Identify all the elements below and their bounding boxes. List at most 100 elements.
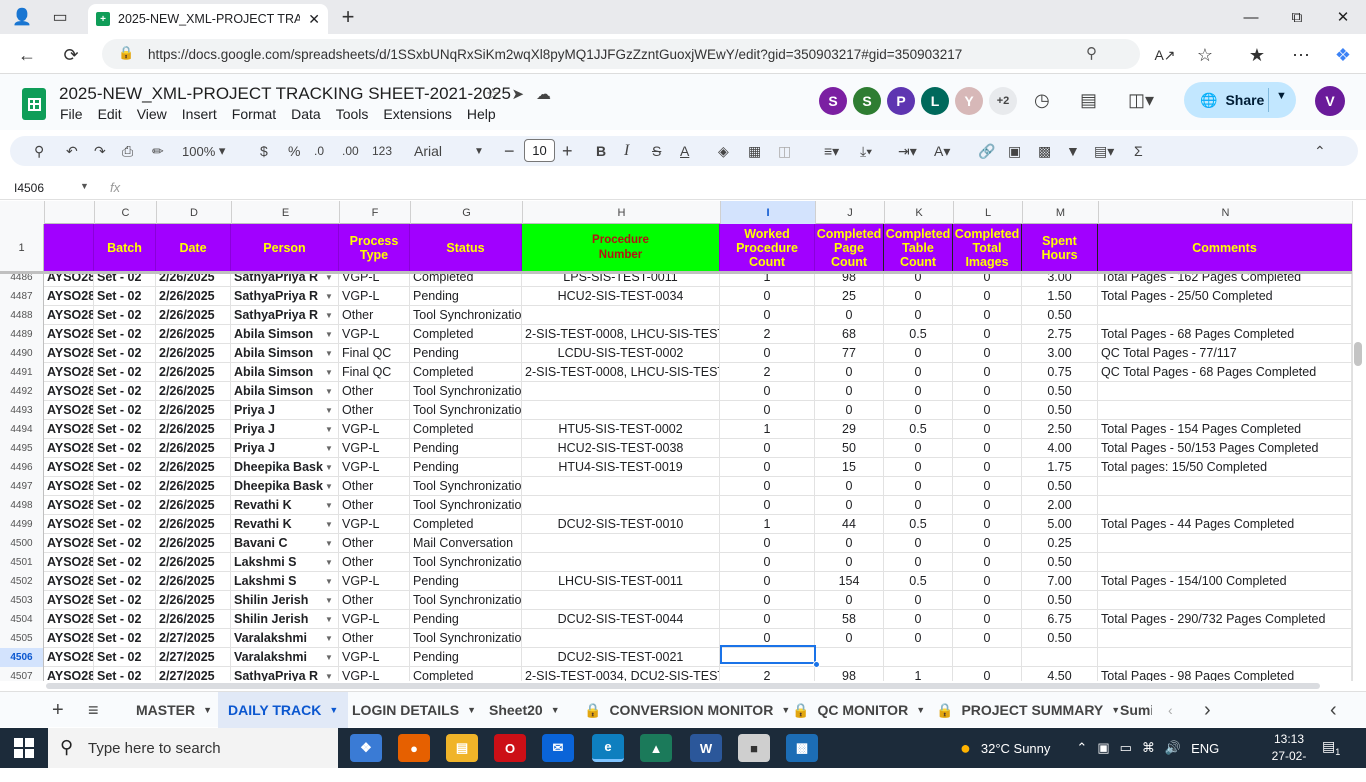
row-number[interactable]: 4500 [0, 534, 44, 553]
close-tab-icon[interactable]: ✕ [308, 11, 320, 28]
table-count-cell[interactable]: 0 [884, 629, 953, 648]
status-cell[interactable]: Tool Synchronization [410, 496, 522, 515]
procedure-number-cell[interactable]: DCU2-SIS-TEST-0044 [522, 610, 720, 629]
row-number[interactable]: 4487 [0, 287, 44, 306]
notification-icon[interactable]: ▤1 [1322, 738, 1340, 757]
procedure-number-cell[interactable] [522, 401, 720, 420]
images-cell[interactable]: 0 [953, 439, 1022, 458]
images-cell[interactable]: 0 [953, 420, 1022, 439]
worked-count-cell[interactable]: 0 [720, 496, 815, 515]
comments-cell[interactable]: Total Pages - 98 Pages Completed [1098, 667, 1352, 682]
procedure-number-cell[interactable]: 2-SIS-TEST-0008, LHCU-SIS-TEST- [522, 325, 720, 344]
clock[interactable]: 13:13 27-02-2025 [1264, 731, 1314, 782]
person-cell[interactable]: Shilin Jerish [231, 610, 339, 629]
person-cell[interactable]: Varalakshmi [231, 629, 339, 648]
move-icon[interactable]: ➤ [511, 85, 524, 103]
scroll-tabs-left-icon[interactable]: ‹ [1168, 692, 1173, 728]
column-header[interactable]: H [522, 201, 720, 224]
procedure-number-cell[interactable] [522, 496, 720, 515]
close-window-icon[interactable]: ✕ [1328, 5, 1358, 29]
table-count-cell[interactable]: 0 [884, 306, 953, 325]
procedure-number-cell[interactable] [522, 591, 720, 610]
sheet-tab[interactable]: 🔒 PROJECT SUMMARY ▼ [936, 692, 1120, 728]
batch-code-cell[interactable]: AYSO287 [44, 591, 94, 610]
procedure-number-cell[interactable]: LPS-SIS-TEST-0011 [522, 274, 720, 287]
menu-extensions[interactable]: Extensions [383, 106, 460, 122]
insert-comment-icon[interactable]: ▣ [1008, 142, 1021, 160]
page-count-cell[interactable]: 25 [815, 287, 884, 306]
images-cell[interactable]: 0 [953, 572, 1022, 591]
status-cell[interactable]: Tool Synchronization [410, 553, 522, 572]
favorite-star-icon[interactable]: ☆ [1192, 42, 1218, 68]
chevron-down-icon[interactable]: ▼ [203, 705, 212, 715]
hours-cell[interactable]: 0.50 [1022, 306, 1098, 325]
column-header[interactable]: C [94, 201, 156, 224]
batch-code-cell[interactable]: AYSO287 [44, 420, 94, 439]
person-cell[interactable]: Abila Simson [231, 344, 339, 363]
batch-cell[interactable]: Set - 02 [94, 553, 156, 572]
status-cell[interactable]: Completed [410, 363, 522, 382]
date-cell[interactable]: 2/26/2025 [156, 439, 231, 458]
batch-cell[interactable]: Set - 02 [94, 496, 156, 515]
page-count-cell[interactable]: 98 [815, 274, 884, 287]
date-cell[interactable]: 2/26/2025 [156, 344, 231, 363]
user-avatar[interactable]: V [1315, 86, 1345, 116]
row-number[interactable]: 4488 [0, 306, 44, 325]
hours-cell[interactable]: 2.50 [1022, 420, 1098, 439]
comments-cell[interactable]: Total Pages - 44 Pages Completed [1098, 515, 1352, 534]
taskbar-search-field[interactable]: ⚲ Type here to search [48, 728, 338, 768]
status-cell[interactable]: Pending [410, 572, 522, 591]
images-cell[interactable]: 0 [953, 477, 1022, 496]
batch-cell[interactable]: Set - 02 [94, 287, 156, 306]
header-images[interactable]: Completed Total Images [953, 224, 1022, 272]
comments-cell[interactable]: Total pages: 15/50 Completed [1098, 458, 1352, 477]
comments-cell[interactable]: Total Pages - 154 Pages Completed [1098, 420, 1352, 439]
network-icon[interactable]: ▣ [1097, 740, 1109, 756]
batch-cell[interactable]: Set - 02 [94, 610, 156, 629]
column-header[interactable]: E [231, 201, 339, 224]
header-procedure-number[interactable]: Procedure Number [522, 224, 720, 272]
header-spent-hours[interactable]: Spent Hours [1022, 224, 1098, 272]
restore-icon[interactable]: ⧉ [1282, 5, 1312, 29]
header-process-type[interactable]: Process Type [339, 224, 410, 272]
date-cell[interactable]: 2/26/2025 [156, 420, 231, 439]
date-cell[interactable]: 2/26/2025 [156, 382, 231, 401]
row-number[interactable]: 4497 [0, 477, 44, 496]
comments-cell[interactable] [1098, 629, 1352, 648]
person-cell[interactable]: SathyaPriya R [231, 667, 339, 682]
site-info-icon[interactable]: 🔒 [118, 45, 134, 61]
date-cell[interactable]: 2/26/2025 [156, 458, 231, 477]
header-table-count[interactable]: Completed Table Count [884, 224, 953, 272]
app-icon[interactable]: ▲ [640, 734, 672, 762]
row-number[interactable]: 4492 [0, 382, 44, 401]
header-page-count[interactable]: Completed Page Count [815, 224, 884, 272]
redo-icon[interactable]: ↷ [94, 142, 106, 160]
column-header[interactable]: L [953, 201, 1022, 224]
sheet-tab[interactable]: 🔒 QC MONITOR ▼ [792, 692, 925, 728]
row-number[interactable]: 4502 [0, 572, 44, 591]
column-header[interactable]: J [815, 201, 884, 224]
opera-icon[interactable]: O [494, 734, 526, 762]
photo-app-icon[interactable]: ■ [738, 734, 770, 762]
header-comments[interactable]: Comments [1098, 224, 1352, 272]
zoom-select[interactable]: 100% ▾ [182, 142, 225, 160]
person-cell[interactable]: Priya J [231, 439, 339, 458]
worked-count-cell[interactable]: 2 [720, 325, 815, 344]
person-cell[interactable]: Priya J [231, 420, 339, 439]
hours-cell[interactable]: 3.00 [1022, 274, 1098, 287]
sheet-tab[interactable]: LOGIN DETAILS ▼ [352, 692, 476, 728]
person-cell[interactable]: Revathi K [231, 515, 339, 534]
table-count-cell[interactable]: 0 [884, 274, 953, 287]
volume-icon[interactable]: 🔊 [1165, 740, 1181, 756]
worked-count-cell[interactable]: 1 [720, 420, 815, 439]
comments-cell[interactable]: QC Total Pages - 68 Pages Completed [1098, 363, 1352, 382]
page-count-cell[interactable]: 0 [815, 477, 884, 496]
decrease-decimal-button[interactable]: .0 [314, 142, 324, 160]
batch-cell[interactable]: Set - 02 [94, 591, 156, 610]
browser-tab-active[interactable]: + 2025-NEW_XML-PROJECT TRACK ✕ [88, 4, 328, 34]
date-cell[interactable]: 2/26/2025 [156, 325, 231, 344]
worked-count-cell[interactable]: 2 [720, 363, 815, 382]
borders-icon[interactable]: ▦ [748, 142, 761, 160]
hours-cell[interactable]: 0.50 [1022, 629, 1098, 648]
chevron-up-icon[interactable]: ⌃ [1076, 740, 1087, 756]
